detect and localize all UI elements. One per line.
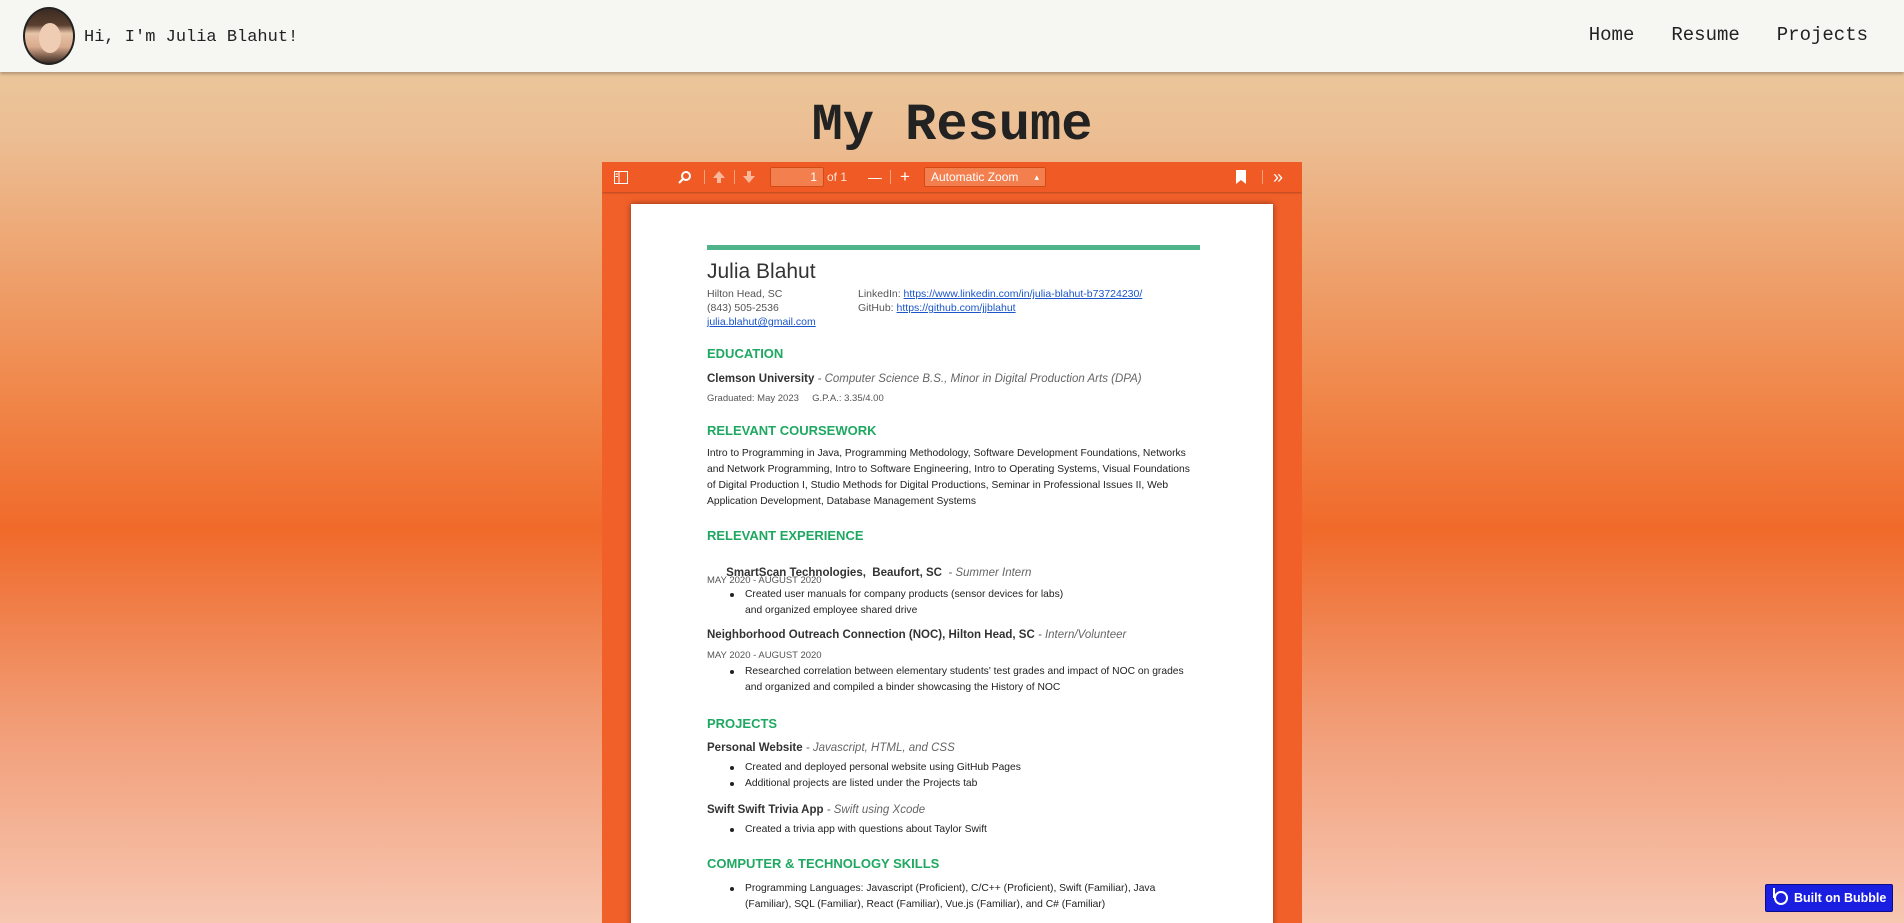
avatar xyxy=(23,7,75,65)
job-role: - Summer Intern xyxy=(941,567,1032,579)
header-rule xyxy=(707,245,1200,250)
projects-heading: PROJECTS xyxy=(707,716,778,731)
project-entry: Personal Website - Javascript, HTML, and… xyxy=(707,742,955,754)
experience-heading: RELEVANT EXPERIENCE xyxy=(707,528,864,543)
pdf-viewer: 1 of 1 — + Automatic Zoom ▴ » Julia Blah… xyxy=(602,162,1302,923)
nav-projects[interactable]: Projects xyxy=(1777,24,1868,46)
project-entry: Swift Swift Trivia App - Swift using Xco… xyxy=(707,804,925,816)
job-org: Neighborhood Outreach Connection (NOC), … xyxy=(707,629,1035,641)
coursework-text: Intro to Programming in Java, Programmin… xyxy=(707,448,1190,507)
job-bullet: Researched correlation between elementar… xyxy=(730,664,1197,696)
job-bullet: Created user manuals for company product… xyxy=(730,587,1197,619)
project-name: Personal Website xyxy=(707,742,803,754)
project-bullet: Additional projects are listed under the… xyxy=(730,776,1197,792)
pdf-page: Julia Blahut Hilton Head, SC (843) 505-2… xyxy=(631,204,1273,923)
zoom-out-button[interactable]: — xyxy=(867,168,883,186)
zoom-select[interactable]: Automatic Zoom ▴ xyxy=(924,167,1046,187)
main-nav: Home Resume Projects xyxy=(1589,24,1868,46)
select-arrows-icon: ▴ xyxy=(1034,172,1039,182)
project-bullet: Created a trivia app with questions abou… xyxy=(730,822,1197,838)
project-bullet: Created and deployed personal website us… xyxy=(730,760,1197,776)
bubble-badge-label: Built on Bubble xyxy=(1794,891,1887,905)
job-dates: MAY 2020 - AUGUST 2020 xyxy=(707,650,822,661)
github-row: GitHub: https://github.com/jjblahut xyxy=(858,302,1016,314)
site-header: Hi, I'm Julia Blahut! Home Resume Projec… xyxy=(0,0,1904,72)
resume-email-link[interactable]: julia.blahut@gmail.com xyxy=(707,316,816,328)
zoom-in-button[interactable]: + xyxy=(897,167,913,186)
resume-location: Hilton Head, SC xyxy=(707,288,783,300)
skills-heading: COMPUTER & TECHNOLOGY SKILLS xyxy=(707,856,940,871)
bookmark-icon[interactable] xyxy=(1236,168,1246,186)
degree: - Computer Science B.S., Minor in Digita… xyxy=(814,373,1142,385)
project-name: Swift Swift Trivia App xyxy=(707,804,824,816)
pdf-toolbar: 1 of 1 — + Automatic Zoom ▴ » xyxy=(602,162,1302,192)
bubble-logo-icon xyxy=(1773,888,1788,905)
sidebar-toggle-icon[interactable] xyxy=(614,168,628,186)
linkedin-label: LinkedIn: xyxy=(858,288,901,300)
github-link[interactable]: https://github.com/jjblahut xyxy=(897,302,1016,314)
linkedin-row: LinkedIn: https://www.linkedin.com/in/ju… xyxy=(858,288,1142,300)
site-greeting: Hi, I'm Julia Blahut! xyxy=(84,28,299,47)
zoom-select-value: Automatic Zoom xyxy=(931,170,1019,184)
resume-name: Julia Blahut xyxy=(707,260,816,283)
previous-page-icon[interactable] xyxy=(712,168,726,186)
page-title: My Resume xyxy=(811,96,1093,155)
resume-phone: (843) 505-2536 xyxy=(707,302,779,314)
github-label: GitHub: xyxy=(858,302,894,314)
education-details: Graduated: May 2023 G.P.A.: 3.35/4.00 xyxy=(707,393,884,404)
job-entry: Neighborhood Outreach Connection (NOC), … xyxy=(707,629,1126,641)
education-entry: Clemson University - Computer Science B.… xyxy=(707,373,1142,385)
page-count-label: of 1 xyxy=(827,170,848,184)
nav-home[interactable]: Home xyxy=(1589,24,1635,46)
job-role: - Intern/Volunteer xyxy=(1034,629,1127,641)
education-heading: EDUCATION xyxy=(707,346,784,361)
skills-bullet: Programming Languages: Javascript (Profi… xyxy=(730,881,1197,913)
project-tech: - Javascript, HTML, and CSS xyxy=(802,742,955,754)
next-page-icon[interactable] xyxy=(742,168,756,186)
search-icon[interactable] xyxy=(678,168,692,186)
coursework-heading: RELEVANT COURSEWORK xyxy=(707,423,877,438)
project-tech: - Swift using Xcode xyxy=(823,804,926,816)
more-tools-icon[interactable]: » xyxy=(1273,167,1283,187)
school-name: Clemson University xyxy=(707,373,815,385)
page-number-input[interactable]: 1 xyxy=(770,167,824,187)
built-on-bubble-badge[interactable]: Built on Bubble xyxy=(1765,884,1893,912)
job-dates: MAY 2020 - AUGUST 2020 xyxy=(707,575,822,586)
nav-resume[interactable]: Resume xyxy=(1671,24,1739,46)
linkedin-link[interactable]: https://www.linkedin.com/in/julia-blahut… xyxy=(904,288,1143,300)
